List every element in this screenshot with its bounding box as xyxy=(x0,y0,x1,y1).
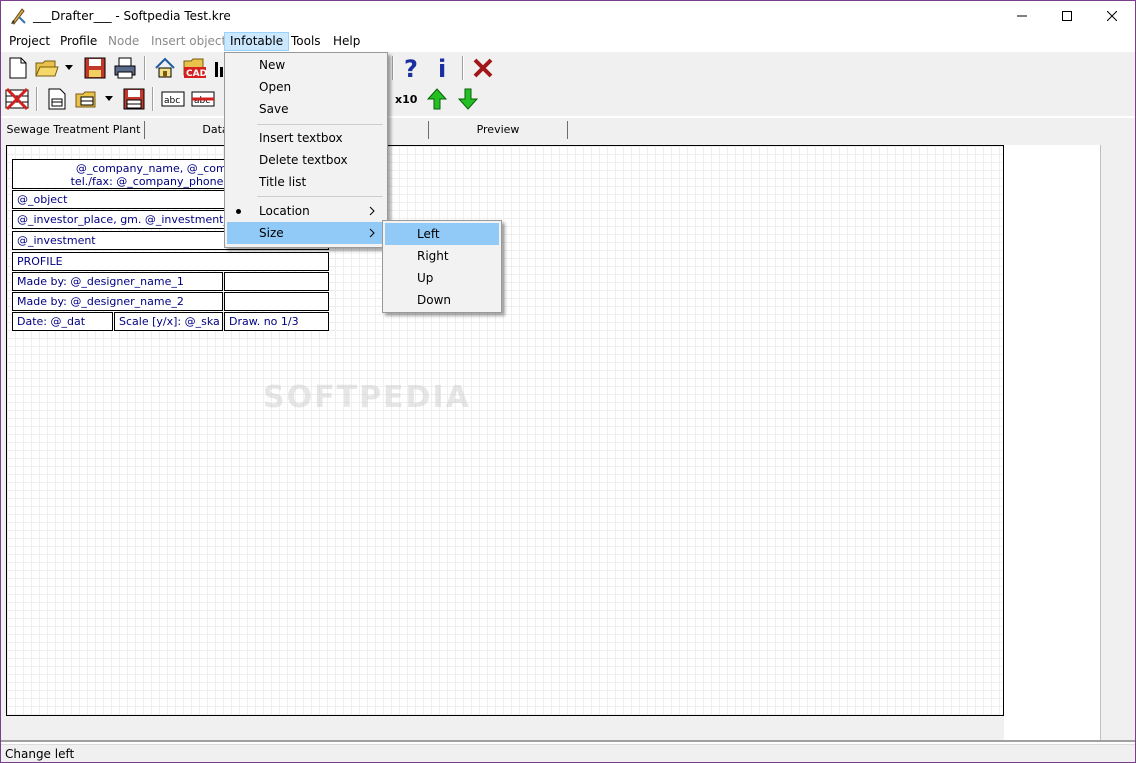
status-text: Change left xyxy=(5,747,75,761)
menu-profile[interactable]: Profile xyxy=(55,32,102,51)
menu-bar: Project Profile Node Insert object Infot… xyxy=(1,31,1135,52)
infotable-date-cell[interactable]: Date: @_dat xyxy=(12,312,113,331)
menu-item-label: Open xyxy=(259,80,292,94)
menu-separator xyxy=(257,196,383,197)
toolbar-separator xyxy=(144,56,146,80)
main-toolbar: CAD ? i xyxy=(1,52,1135,84)
right-panel xyxy=(1004,145,1101,740)
menu-tools[interactable]: Tools xyxy=(286,32,326,51)
toolbar-separator xyxy=(462,56,464,80)
new-infotable-icon[interactable] xyxy=(45,87,69,111)
arrow-down-icon[interactable] xyxy=(456,87,480,111)
infotable-blank-cell-1[interactable] xyxy=(224,272,329,291)
window-title: ___Drafter___ - Softpedia Test.kre xyxy=(33,9,231,23)
menu-item-location[interactable]: Location xyxy=(227,200,385,222)
minimize-button[interactable] xyxy=(999,1,1045,31)
toolbar-separator xyxy=(152,87,154,111)
menu-item-size[interactable]: Size xyxy=(227,222,385,244)
open-dropdown-icon[interactable] xyxy=(63,56,75,80)
new-file-icon[interactable] xyxy=(6,56,30,80)
save-infotable-icon[interactable] xyxy=(122,87,146,111)
toolbar-separator xyxy=(36,87,38,111)
delete-table-icon[interactable] xyxy=(5,87,29,111)
menu-item-label: Up xyxy=(417,271,434,285)
secondary-toolbar: abc abc x10 xyxy=(1,84,1135,116)
svg-text:CAD: CAD xyxy=(186,69,207,79)
menu-infotable[interactable]: Infotable xyxy=(224,32,290,51)
save-disk-icon[interactable] xyxy=(83,56,107,80)
app-window: ___Drafter___ - Softpedia Test.kre Proje… xyxy=(0,0,1136,763)
title-bar: ___Drafter___ - Softpedia Test.kre xyxy=(1,1,1135,31)
menu-item-insert-textbox[interactable]: Insert textbox xyxy=(227,127,385,149)
menu-item-label: Size xyxy=(259,226,284,240)
open-infotable-dropdown-icon[interactable] xyxy=(103,87,115,111)
menu-item-new[interactable]: New xyxy=(227,54,385,76)
pencil-app-icon xyxy=(10,7,26,25)
tab-label: Preview xyxy=(476,123,520,136)
help-question-icon[interactable]: ? xyxy=(400,56,424,80)
info-icon[interactable]: i xyxy=(431,56,455,80)
menu-item-right[interactable]: Right xyxy=(385,245,499,267)
submenu-arrow-icon xyxy=(369,222,375,251)
infotable-dropdown-menu: New Open Save Insert textbox Delete text… xyxy=(224,52,388,248)
horizontal-divider xyxy=(1,740,1135,742)
print-icon[interactable] xyxy=(113,56,137,80)
tab-preview[interactable]: Preview xyxy=(429,121,568,139)
infotable-made-by-1-cell[interactable]: Made by: @_designer_name_1 xyxy=(12,272,223,291)
menu-item-label: Insert textbox xyxy=(259,131,343,145)
menu-help[interactable]: Help xyxy=(328,32,365,51)
cad-import-icon[interactable]: CAD xyxy=(183,56,207,80)
infotable-made-by-2-cell[interactable]: Made by: @_designer_name_2 xyxy=(12,292,223,311)
tab-sewage-treatment-plant[interactable]: Sewage Treatment Plant xyxy=(3,121,145,139)
menu-node[interactable]: Node xyxy=(103,32,144,51)
infotable-scale-cell[interactable]: Scale [y/x]: @_ska xyxy=(114,312,223,331)
menu-item-label: Save xyxy=(259,102,289,116)
infotable-blank-cell-2[interactable] xyxy=(224,292,329,311)
svg-text:i: i xyxy=(438,56,446,80)
status-bar: Change left xyxy=(1,744,1135,762)
tab-label: Sewage Treatment Plant xyxy=(6,123,141,136)
delete-textbox-icon[interactable]: abc xyxy=(191,87,215,111)
menu-item-save[interactable]: Save xyxy=(227,98,385,120)
menu-item-label: Left xyxy=(417,227,440,241)
insert-textbox-icon[interactable]: abc xyxy=(161,87,185,111)
toolbar-separator xyxy=(392,56,394,80)
svg-text:abc: abc xyxy=(164,96,180,106)
softpedia-watermark: SOFTPEDIA xyxy=(263,380,471,415)
menu-separator xyxy=(257,124,383,125)
svg-text:?: ? xyxy=(404,56,418,80)
menu-item-label: Delete textbox xyxy=(259,153,348,167)
maximize-button[interactable] xyxy=(1044,1,1090,31)
menu-item-left[interactable]: Left xyxy=(385,223,499,245)
work-area: @_company_name, @_company_z tel./fax: @_… xyxy=(1,140,1135,742)
zoom-x10-label[interactable]: x10 xyxy=(395,93,417,106)
open-infotable-icon[interactable] xyxy=(75,87,99,111)
menu-item-down[interactable]: Down xyxy=(385,289,499,311)
menu-item-up[interactable]: Up xyxy=(385,267,499,289)
menu-project[interactable]: Project xyxy=(4,32,55,51)
tab-strip: Sewage Treatment Plant Data Preview xyxy=(1,118,1135,140)
menu-item-title-list[interactable]: Title list xyxy=(227,171,385,193)
open-folder-icon[interactable] xyxy=(35,56,59,80)
exit-x-icon[interactable] xyxy=(471,56,495,80)
infotable-drawing-number-cell[interactable]: Draw. no 1/3 xyxy=(224,312,329,331)
menu-item-label: New xyxy=(259,58,286,72)
menu-item-label: Down xyxy=(417,293,452,307)
home-icon[interactable] xyxy=(153,56,177,80)
menu-item-delete-textbox[interactable]: Delete textbox xyxy=(227,149,385,171)
menu-item-open[interactable]: Open xyxy=(227,76,385,98)
arrow-up-icon[interactable] xyxy=(425,87,449,111)
infotable-profile-cell[interactable]: PROFILE xyxy=(12,252,329,271)
menu-insert-object[interactable]: Insert object xyxy=(146,32,231,51)
menu-item-label: Right xyxy=(417,249,449,263)
close-button[interactable] xyxy=(1089,1,1135,31)
size-submenu: Left Right Up Down xyxy=(382,220,502,313)
drawing-sheet[interactable]: @_company_name, @_company_z tel./fax: @_… xyxy=(6,145,1004,716)
radio-bullet-icon xyxy=(236,209,241,214)
menu-item-label: Title list xyxy=(259,175,307,189)
menu-item-label: Location xyxy=(259,204,310,218)
